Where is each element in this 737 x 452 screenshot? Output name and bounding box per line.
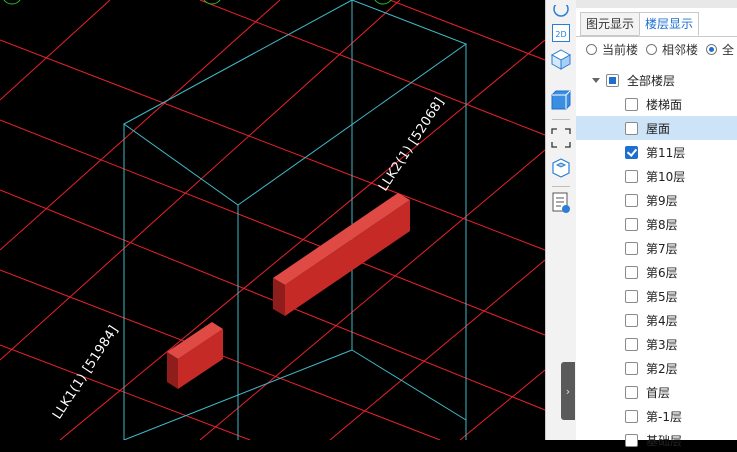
tab-floor-display[interactable]: 楼层显示	[639, 12, 700, 36]
radio-button[interactable]	[646, 44, 658, 55]
tree-item-floor[interactable]: 楼梯面	[576, 92, 737, 116]
panel-header	[576, 0, 737, 8]
tree-item-floor[interactable]: 首层	[576, 380, 737, 404]
checkbox[interactable]	[625, 97, 638, 111]
tree-label: 第4层	[646, 313, 678, 328]
tree-item-floor[interactable]: 第6层	[576, 260, 737, 284]
radio-label: 全	[722, 43, 735, 57]
checkbox[interactable]	[625, 289, 638, 303]
checkbox[interactable]	[625, 169, 638, 183]
radio-all-floors[interactable]: 全	[706, 41, 734, 58]
zoom-extent-icon[interactable]	[548, 126, 574, 150]
tree-item-floor[interactable]: 第-1层	[576, 404, 737, 428]
expand-caret-icon[interactable]	[592, 78, 600, 83]
tree-label: 屋面	[646, 121, 671, 136]
tree-item-floor[interactable]: 屋面	[576, 116, 737, 140]
checkbox[interactable]	[625, 313, 638, 327]
3d-viewport[interactable]: LLK2(1) [52068] LLK1(1) [51984] 5 C B	[0, 0, 575, 440]
checkbox[interactable]	[625, 433, 638, 447]
layer-list-icon[interactable]	[548, 191, 574, 215]
checkbox[interactable]	[625, 385, 638, 399]
tree-item-floor[interactable]: 第3层	[576, 332, 737, 356]
2d-view-icon[interactable]: 2D	[548, 21, 574, 45]
tree-label: 第3层	[646, 337, 678, 352]
tree-label: 第7层	[646, 241, 678, 256]
panel-tabs: 图元显示 楼层显示	[580, 12, 700, 36]
svg-text:2D: 2D	[555, 30, 566, 39]
tree-label: 第-1层	[646, 409, 682, 424]
radio-label: 相邻楼	[662, 43, 699, 57]
radio-adjacent-floor[interactable]: 相邻楼	[646, 41, 698, 58]
checkbox[interactable]	[625, 361, 638, 375]
radio-button[interactable]	[706, 44, 718, 55]
display-settings-panel: 图元显示 楼层显示 当前楼 相邻楼 全 全部楼层 楼梯面屋面第11层第10层第9…	[576, 0, 737, 448]
radio-button[interactable]	[586, 44, 597, 55]
toolbar-separator	[552, 119, 570, 120]
checkbox[interactable]	[625, 217, 638, 231]
tree-item-floor[interactable]: 第2层	[576, 356, 737, 380]
top-bubbles	[3, 0, 392, 5]
tree-item-floor[interactable]: 第9层	[576, 188, 737, 212]
beam-llk1	[167, 322, 223, 389]
checkbox[interactable]	[625, 145, 638, 159]
tree-label: 楼梯面	[646, 97, 683, 112]
checkbox[interactable]	[625, 265, 638, 279]
checkbox[interactable]	[625, 121, 638, 135]
tree-item-floor[interactable]: 第8层	[576, 212, 737, 236]
tree-item-floor[interactable]: 基础层	[576, 428, 737, 452]
tab-divider	[576, 36, 737, 37]
tree-root-all-floors[interactable]: 全部楼层	[576, 68, 737, 92]
isolate-icon[interactable]	[548, 156, 574, 180]
tree-label: 第9层	[646, 193, 678, 208]
tab-element-display[interactable]: 图元显示	[580, 12, 641, 36]
tree-label: 第2层	[646, 361, 678, 376]
tree-label: 首层	[646, 385, 671, 400]
radio-label: 当前楼	[602, 43, 639, 57]
checkbox[interactable]	[625, 409, 638, 423]
tree-label: 基础层	[646, 433, 683, 448]
floor-scope-radios: 当前楼 相邻楼 全	[586, 41, 737, 58]
tree-item-floor[interactable]: 第10层	[576, 164, 737, 188]
tree-label: 全部楼层	[627, 73, 676, 88]
checkbox[interactable]	[625, 337, 638, 351]
3d-view-icon[interactable]	[548, 47, 574, 71]
box-view-icon[interactable]	[548, 88, 574, 112]
tree-item-floor[interactable]: 第7层	[576, 236, 737, 260]
tree-label: 第5层	[646, 289, 678, 304]
tree-label: 第6层	[646, 265, 678, 280]
tree-item-floor[interactable]: 第4层	[576, 308, 737, 332]
checkbox[interactable]	[606, 73, 619, 87]
tree-label: 第11层	[646, 145, 686, 160]
tree-label: 第8层	[646, 217, 678, 232]
collapse-panel-button[interactable]: ›	[561, 362, 575, 420]
beam-llk2	[273, 193, 410, 316]
tree-item-floor[interactable]: 第11层	[576, 140, 737, 164]
toolbar-separator	[552, 186, 570, 187]
radio-current-floor[interactable]: 当前楼	[586, 41, 638, 58]
tree-item-floor[interactable]: 第5层	[576, 284, 737, 308]
checkbox[interactable]	[625, 193, 638, 207]
checkbox[interactable]	[625, 241, 638, 255]
tree-label: 第10层	[646, 169, 686, 184]
